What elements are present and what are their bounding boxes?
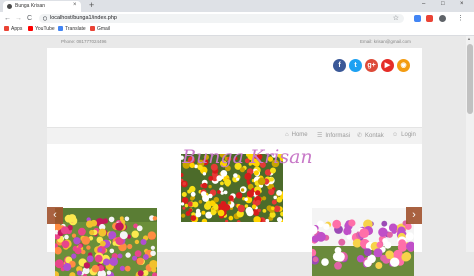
bookmarks-bar: Apps YouTube Translate Gmail [0, 25, 474, 36]
slide-image-left [55, 208, 157, 276]
translate-icon [58, 26, 63, 31]
bookmark-translate[interactable]: Translate [58, 26, 86, 32]
youtube-icon [28, 26, 33, 31]
profile-avatar[interactable] [439, 15, 446, 22]
rss-icon[interactable]: ◉ [397, 59, 410, 72]
maximize-button[interactable]: □ [441, 1, 445, 7]
list-icon: ☰ [317, 133, 323, 139]
bookmark-youtube[interactable]: YouTube [28, 26, 55, 32]
phone-icon: ✆ [357, 133, 363, 139]
flower-pots-image [312, 208, 414, 276]
extension-icon[interactable] [414, 15, 421, 22]
email-text: Email: krisan@gmail.com [360, 39, 411, 44]
slider-caption: Bunga Krisan [182, 146, 313, 168]
slider-next-button[interactable]: › [406, 207, 422, 224]
minimize-button[interactable]: – [422, 1, 425, 7]
youtube-icon[interactable]: ▶ [381, 59, 394, 72]
info-icon [43, 16, 47, 21]
home-icon: ⌂ [285, 132, 289, 138]
forward-button[interactable]: → [15, 14, 22, 23]
slider-prev-button[interactable]: ‹ [47, 207, 63, 224]
browser-tab[interactable]: Bunga Krisan × [3, 1, 81, 12]
nav-home[interactable]: ⌂ Home [285, 132, 308, 138]
phone-text: Phone: 081777024496 [61, 39, 107, 44]
bookmark-star-icon[interactable]: ☆ [393, 14, 399, 22]
tab-favicon-icon [7, 4, 12, 9]
user-icon: ☺ [392, 132, 399, 138]
twitter-icon[interactable]: t [349, 59, 362, 72]
tab-close-icon[interactable]: × [73, 2, 77, 8]
bookmark-apps[interactable]: Apps [4, 26, 22, 32]
close-window-button[interactable]: × [460, 1, 464, 7]
new-tab-button[interactable]: + [89, 1, 94, 10]
scroll-up-icon[interactable]: ▲ [467, 36, 471, 41]
site-container: f t g+ ▶ ◉ ⌂ Home ☰ Informasi ✆ Kontak ☺ Log… [47, 48, 422, 276]
gmail-icon [90, 26, 95, 31]
google-plus-icon[interactable]: g+ [365, 59, 378, 72]
facebook-icon[interactable]: f [333, 59, 346, 72]
browser-tabstrip: Bunga Krisan × + – □ × [0, 0, 474, 12]
slide-image-right [312, 208, 414, 276]
apps-icon [4, 26, 9, 31]
browser-toolbar: ← → C localhost/bunga1/index.php ☆ ⋮ [0, 12, 474, 25]
browser-menu-icon[interactable]: ⋮ [457, 14, 464, 23]
back-button[interactable]: ← [4, 14, 11, 23]
bookmark-gmail[interactable]: Gmail [90, 26, 110, 32]
nav-informasi[interactable]: ☰ Informasi [317, 132, 350, 139]
tab-title: Bunga Krisan [15, 3, 46, 9]
nav-kontak[interactable]: ✆ Kontak [357, 132, 384, 139]
flower-field-image [55, 208, 157, 276]
page-scrollbar[interactable]: ▲ [466, 36, 474, 252]
address-bar[interactable]: localhost/bunga1/index.php ☆ [39, 14, 404, 23]
extension-icon[interactable] [426, 15, 433, 22]
nav-login[interactable]: ☺ Login [392, 132, 416, 138]
contact-topbar: Phone: 081777024496 Email: krisan@gmail.… [0, 36, 466, 48]
scroll-thumb[interactable] [467, 44, 473, 114]
reload-button[interactable]: C [27, 14, 32, 23]
address-url: localhost/bunga1/index.php [50, 15, 117, 21]
